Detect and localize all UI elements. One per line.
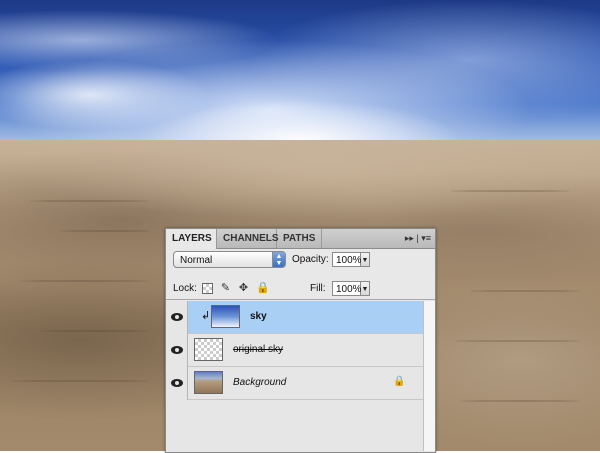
panel-tab-bar: LAYERS CHANNELS PATHS ▸▸ | ▾≡ [166,229,435,249]
lock-transparent-pixels-icon[interactable] [202,283,213,294]
visibility-toggle[interactable] [166,367,188,400]
sky-thumbnail [211,305,240,328]
lock-position-icon[interactable]: ✥ [238,283,249,294]
layers-list: ↲ sky original sky Background 🔒 [166,301,424,451]
fill-label: Fill: [310,283,326,294]
lock-label: Lock: [173,283,197,294]
eye-icon [171,346,183,354]
visibility-toggle[interactable] [166,334,188,367]
visibility-toggle[interactable] [166,301,188,334]
layer-name-original-sky: original sky [233,344,284,355]
opacity-field[interactable]: 100% [332,252,362,267]
lock-all-icon[interactable]: 🔒 [256,283,270,294]
background-thumbnail [194,371,223,394]
layer-row-original-sky[interactable]: original sky [166,334,424,367]
fill-dropdown-icon[interactable]: ▼ [361,281,370,296]
lock-icon: 🔒 [393,376,406,387]
layer-row-sky[interactable]: ↲ sky [166,301,424,334]
tab-channels[interactable]: CHANNELS [217,229,279,248]
layers-scrollbar[interactable] [423,301,435,451]
blend-mode-select[interactable]: Normal ▲ ▼ [173,251,286,268]
lock-image-pixels-icon[interactable]: ✎ [220,283,231,294]
clipping-arrow-icon: ↲ [201,310,211,322]
tab-paths[interactable]: PATHS [277,229,322,248]
blend-mode-stepper-icon: ▲ ▼ [272,252,285,267]
eye-icon [171,313,183,321]
opacity-label: Opacity: [292,254,329,265]
transparent-thumbnail [194,338,223,361]
layers-panel: LAYERS CHANNELS PATHS ▸▸ | ▾≡ Normal ▲ ▼ … [165,228,436,453]
sky-area [0,0,600,160]
layer-name-sky: sky [250,311,267,322]
eye-icon [171,379,183,387]
fill-field[interactable]: 100% [332,281,362,296]
opacity-dropdown-icon[interactable]: ▼ [361,252,370,267]
layer-name-background: Background [233,377,287,388]
blend-mode-value: Normal [180,255,213,266]
layer-row-background[interactable]: Background 🔒 [166,367,424,400]
panel-menu-icon[interactable]: ▸▸ | ▾≡ [395,229,435,248]
tab-layers[interactable]: LAYERS [166,229,217,249]
divider [166,299,435,300]
